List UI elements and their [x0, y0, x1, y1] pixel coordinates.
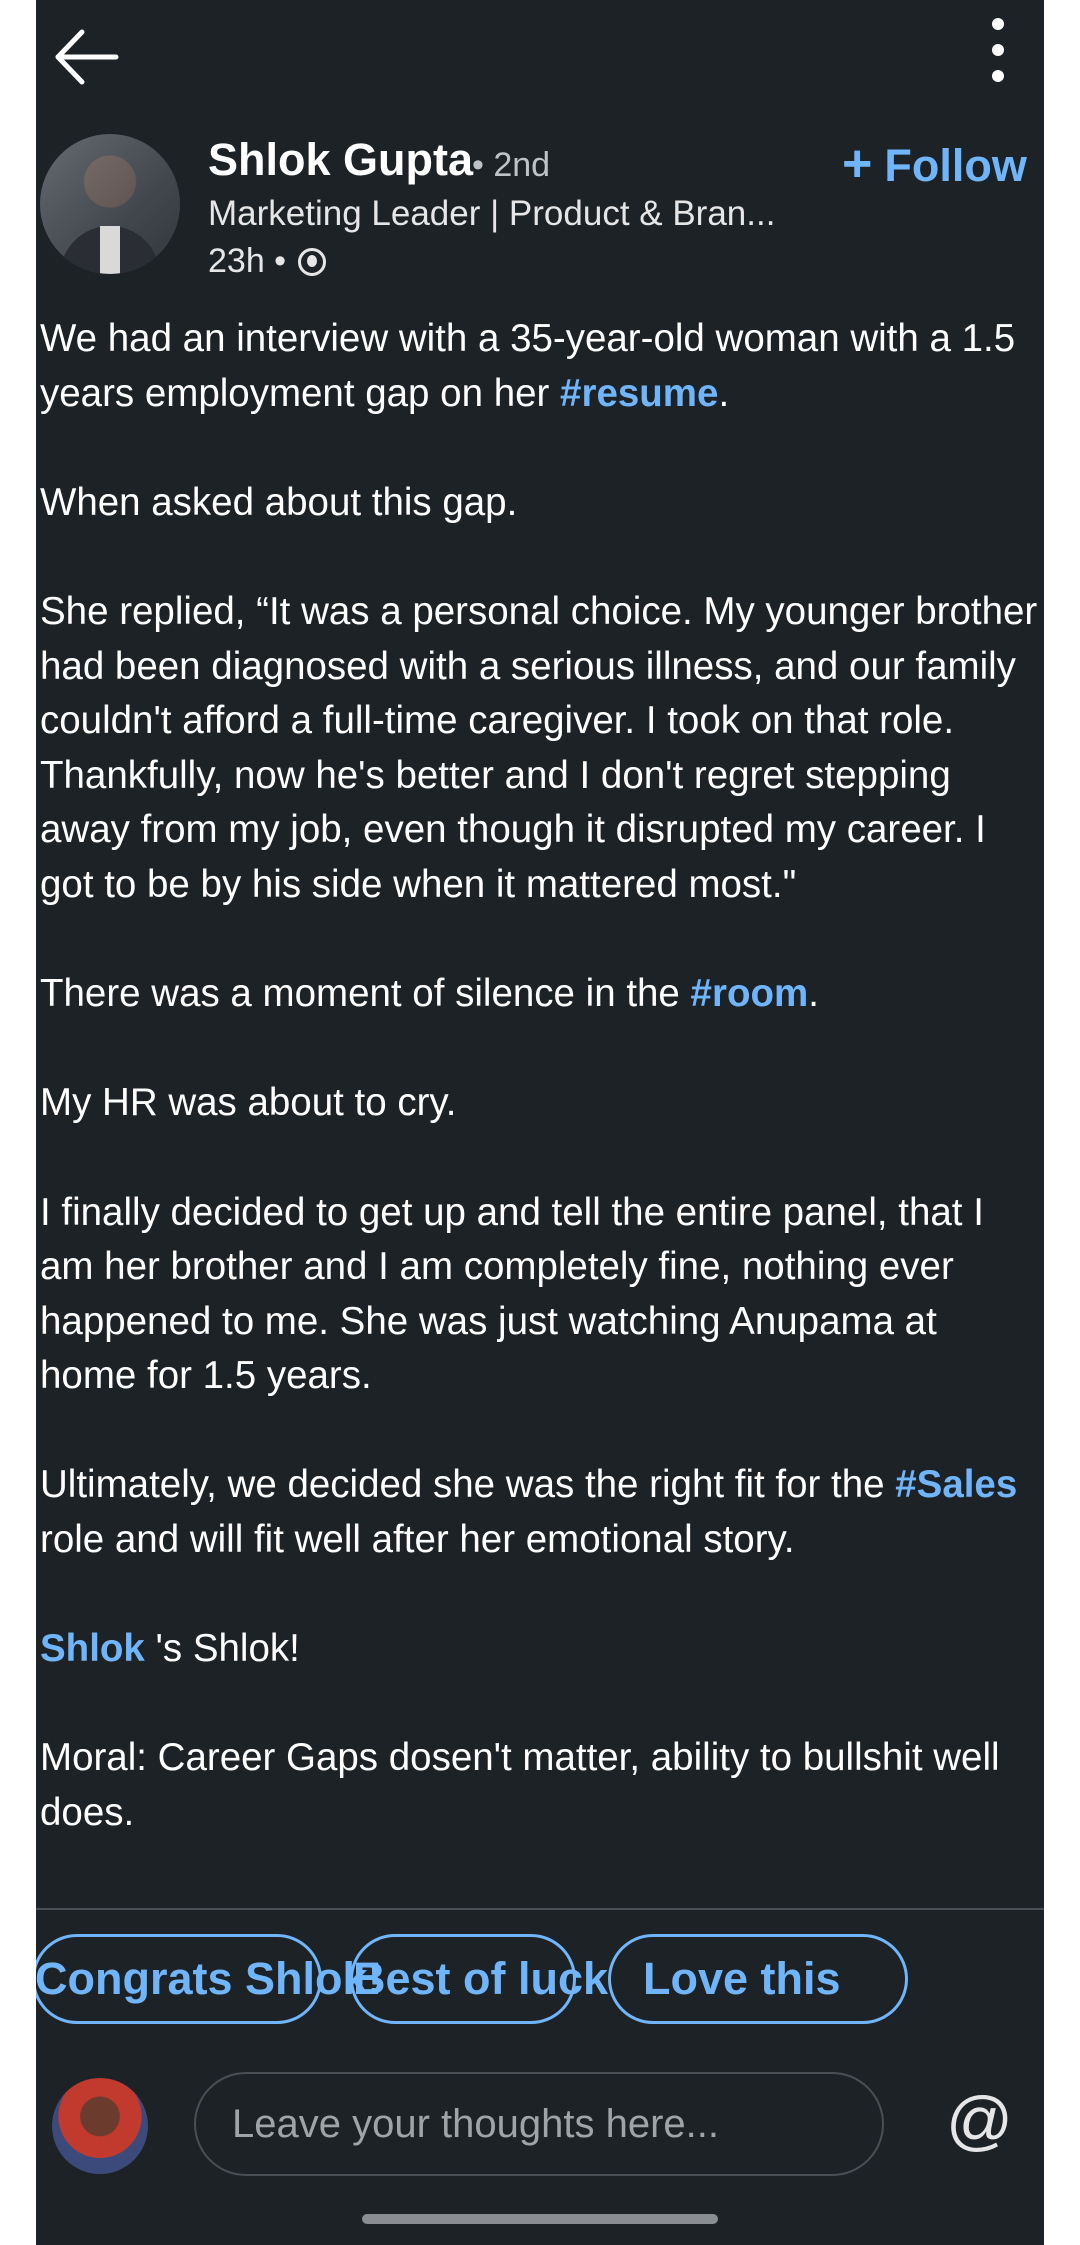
- post-text: .: [808, 972, 819, 1016]
- post-text: There was a moment of silence in the: [40, 972, 691, 1016]
- post-text: When asked about this gap.: [40, 480, 518, 524]
- divider: [36, 1908, 1044, 1910]
- comment-input[interactable]: [194, 2072, 884, 2176]
- author-name[interactable]: Shlok Gupta: [208, 134, 473, 186]
- comment-bar: @: [36, 2072, 1044, 2182]
- hashtag-link[interactable]: Shlok: [40, 1627, 145, 1670]
- hashtag-link[interactable]: #Sales: [895, 1463, 1017, 1506]
- post-text: Moral: Career Gaps dosen't matter, abili…: [40, 1736, 1000, 1835]
- plus-icon: +: [842, 135, 873, 193]
- post-body: We had an interview with a 35-year-old w…: [40, 312, 1040, 1841]
- post-paragraph: Shlok 's Shlok!: [40, 1622, 1040, 1677]
- user-avatar: [52, 2078, 148, 2174]
- post-paragraph: I finally decided to get up and tell the…: [40, 1186, 1040, 1404]
- post-text: 's Shlok!: [144, 1627, 300, 1671]
- suggestion-chip[interactable]: Congrats Shlok!: [36, 1934, 383, 2024]
- post-paragraph: She replied, “It was a personal choice. …: [40, 585, 1040, 913]
- author-headline: Marketing Leader | Product & Bran...: [208, 194, 776, 233]
- post-text: Ultimately, we decided she was the right…: [40, 1463, 896, 1507]
- connection-degree: • 2nd: [472, 146, 551, 184]
- follow-button[interactable]: + Follow: [842, 134, 1027, 194]
- post-paragraph: Ultimately, we decided she was the right…: [40, 1458, 1040, 1567]
- hashtag-link[interactable]: #resume: [560, 372, 718, 415]
- post-text: .: [718, 371, 730, 415]
- arrow-left-icon[interactable]: [50, 22, 120, 92]
- author-avatar[interactable]: [40, 134, 180, 274]
- post-text: We had an interview with a 35-year-old w…: [40, 317, 1016, 415]
- post-paragraph: My HR was about to cry.: [40, 1076, 1040, 1131]
- top-app-bar: [36, 0, 1044, 134]
- post-text: role and will fit well after her emotion…: [40, 1518, 795, 1562]
- post-paragraph: Moral: Career Gaps dosen't matter, abili…: [40, 1731, 1040, 1840]
- post-paragraph: We had an interview with a 35-year-old w…: [40, 312, 1040, 421]
- post-paragraph: When asked about this gap.: [40, 476, 1040, 531]
- suggested-replies: Congrats Shlok! Best of luck Love this: [36, 1934, 1044, 2034]
- globe-icon: [298, 248, 326, 276]
- more-vertical-icon[interactable]: [978, 18, 1018, 88]
- follow-label: Follow: [884, 140, 1027, 191]
- post-paragraph: There was a moment of silence in the #ro…: [40, 967, 1040, 1022]
- hashtag-link[interactable]: #room: [691, 972, 809, 1015]
- suggestion-chip[interactable]: Love this: [608, 1934, 908, 2024]
- post-time: 23h •: [208, 242, 287, 280]
- post-text: She replied, “It was a personal choice. …: [40, 589, 1038, 906]
- at-icon[interactable]: @: [946, 2082, 1013, 2158]
- home-indicator[interactable]: [362, 2214, 718, 2224]
- post-header: Shlok Gupta • 2nd Marketing Leader | Pro…: [36, 134, 1044, 314]
- post-text: I finally decided to get up and tell the…: [40, 1190, 984, 1398]
- post-detail-screen: Shlok Gupta • 2nd Marketing Leader | Pro…: [36, 0, 1044, 2245]
- suggestion-chip[interactable]: Best of luck: [350, 1934, 608, 2024]
- post-text: My HR was about to cry.: [40, 1081, 457, 1125]
